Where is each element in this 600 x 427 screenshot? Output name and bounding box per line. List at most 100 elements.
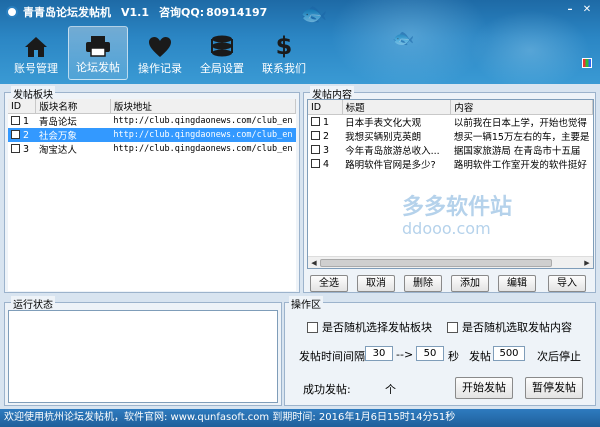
column-header[interactable]: 标题 (342, 100, 452, 115)
run-status-group: 运行状态 (4, 296, 282, 406)
row-checkbox[interactable] (11, 129, 20, 139)
column-header[interactable]: 内容 (450, 100, 593, 115)
post-title: 今年青岛旅游总收入... (345, 146, 440, 157)
delete-button[interactable]: 删除 (404, 275, 442, 292)
qq-label: 咨询QQ: (159, 6, 205, 19)
board-url: http://club.qingdaonews.com/club_en (113, 116, 293, 126)
svg-text:$: $ (276, 32, 293, 58)
posts-group: 发帖内容 ID 标题 内容 1 日本手表文化大观 以前我在日本上学，开始也觉得 … (303, 86, 596, 293)
table-row[interactable]: 2 我想买辆别克英朗 想买一辆15万左右的车，主要是 (308, 129, 593, 143)
nav-forum-post[interactable]: 论坛发帖 (68, 26, 128, 80)
checkbox-box[interactable] (307, 322, 318, 333)
row-id: 4 (323, 158, 330, 170)
scroll-left-icon[interactable]: ◀ (309, 258, 319, 268)
post-title: 路明软件官网是多少? (345, 160, 436, 171)
select-all-button[interactable]: 全选 (310, 275, 348, 292)
printer-icon (86, 36, 110, 57)
post-content: 路明软件工作室开发的软件挺好 (453, 160, 587, 171)
column-header[interactable]: 版块地址 (110, 99, 296, 114)
import-button[interactable]: 导入 (548, 275, 586, 292)
nav-label: 全局设置 (200, 62, 244, 75)
nav-label: 联系我们 (262, 62, 306, 75)
interval-min-input[interactable]: 30 (365, 346, 393, 361)
title-bar: 青青岛论坛发帖机 V1.1 咨询QQ: 80914197 (6, 4, 277, 20)
row-id: 2 (323, 130, 330, 142)
table-row[interactable]: 3 淘宝达人 http://club.qingdaonews.com/club_… (8, 142, 296, 156)
post-title: 日本手表文化大观 (345, 118, 422, 129)
home-icon (25, 37, 47, 57)
table-row[interactable]: 1 日本手表文化大观 以前我在日本上学，开始也觉得 (308, 115, 593, 129)
post-count-label: 发帖 (469, 350, 491, 363)
post-content: 想买一辆15万左右的车，主要是 (453, 132, 590, 143)
random-board-checkbox[interactable]: 是否随机选择发帖板块 (307, 319, 432, 335)
app-logo-icon (6, 6, 18, 18)
board-name: 淘宝达人 (38, 145, 77, 156)
app-title: 青青岛论坛发帖机 (23, 6, 111, 19)
row-checkbox[interactable] (11, 143, 20, 153)
row-id: 3 (323, 144, 330, 156)
pause-posting-button[interactable]: 暂停发帖 (525, 377, 583, 399)
watermark-domain: ddooo.com (402, 219, 491, 238)
coins-icon (211, 35, 233, 57)
table-row[interactable]: 1 青岛论坛 http://club.qingdaonews.com/club_… (8, 114, 296, 128)
post-title: 我想买辆别克英朗 (345, 132, 422, 143)
random-content-label: 是否随机选取发帖内容 (462, 321, 572, 334)
horizontal-scrollbar[interactable]: ◀ ▶ (308, 256, 593, 268)
table-row[interactable]: 3 今年青岛旅游总收入... 据国家旅游局 在青岛市十五届 (308, 143, 593, 157)
dollar-icon: $ (276, 32, 293, 58)
stop-after-label: 次后停止 (537, 350, 581, 363)
row-checkbox[interactable] (311, 158, 320, 168)
board-url: http://club.qingdaonews.com/club_en (113, 144, 293, 154)
skin-color-icon[interactable] (582, 58, 592, 68)
edit-button[interactable]: 编辑 (498, 275, 536, 292)
random-content-checkbox[interactable]: 是否随机选取发帖内容 (447, 319, 572, 335)
nav-operation-log[interactable]: 操作记录 (130, 26, 190, 80)
run-status-log[interactable] (8, 310, 278, 403)
column-header[interactable]: ID (8, 99, 37, 114)
table-row[interactable]: 4 路明软件官网是多少? 路明软件工作室开发的软件挺好 (308, 157, 593, 171)
close-button[interactable]: ✕ (580, 3, 594, 17)
nav-label: 论坛发帖 (76, 61, 120, 74)
nav-account-manage[interactable]: 账号管理 (6, 26, 66, 80)
column-header[interactable]: 版块名称 (35, 99, 111, 114)
row-checkbox[interactable] (11, 115, 20, 125)
row-id: 2 (23, 129, 30, 141)
nav-global-settings[interactable]: 全局设置 (192, 26, 252, 80)
scroll-right-icon[interactable]: ▶ (582, 258, 592, 268)
boards-group: 发帖板块 ID 版块名称 版块地址 1 青岛论坛 http://club.qin… (4, 86, 300, 293)
board-name: 社会万象 (35, 128, 111, 142)
post-count-input[interactable]: 500 (493, 346, 525, 361)
cancel-selection-button[interactable]: 取消 (357, 275, 395, 292)
operation-group-title: 操作区 (289, 296, 323, 311)
table-row[interactable]: 2 社会万象 http://club.qingdaonews.com/club_… (8, 128, 296, 142)
qq-number: 80914197 (206, 5, 268, 19)
minimize-button[interactable]: – (563, 3, 577, 17)
start-posting-button[interactable]: 开始发帖 (455, 377, 513, 399)
app-version: V1.1 (121, 5, 149, 19)
nav-contact-us[interactable]: $ 联系我们 (254, 26, 314, 80)
nav-label: 操作记录 (138, 62, 182, 75)
checkbox-box[interactable] (447, 322, 458, 333)
row-checkbox[interactable] (311, 144, 320, 154)
interval-label: 发帖时间间隔 (299, 350, 365, 363)
watermark-text: 多多软件站 (402, 195, 513, 220)
row-id: 1 (23, 115, 30, 127)
run-status-title: 运行状态 (11, 296, 55, 311)
fish-decoration-icon: 🐟 (300, 2, 328, 27)
boards-table: ID 版块名称 版块地址 1 青岛论坛 http://club.qingdaon… (8, 99, 296, 291)
post-content: 以前我在日本上学，开始也觉得 (453, 118, 587, 129)
post-content: 据国家旅游局 在青岛市十五届 (453, 146, 581, 157)
add-button[interactable]: 添加 (451, 275, 489, 292)
column-header[interactable]: ID (308, 100, 343, 115)
row-checkbox[interactable] (311, 130, 320, 140)
row-id: 3 (23, 143, 30, 155)
board-url: http://club.qingdaonews.com/club_en (110, 128, 296, 142)
random-board-label: 是否随机选择发帖板块 (322, 321, 432, 334)
watermark-logo: 多多软件站 ddooo.com (374, 189, 512, 238)
seconds-unit: 秒 (448, 350, 459, 363)
scrollbar-thumb[interactable] (320, 259, 552, 267)
success-unit: 个 (385, 383, 396, 396)
heart-icon (149, 37, 171, 57)
interval-max-input[interactable]: 50 (416, 346, 444, 361)
row-checkbox[interactable] (311, 116, 320, 126)
